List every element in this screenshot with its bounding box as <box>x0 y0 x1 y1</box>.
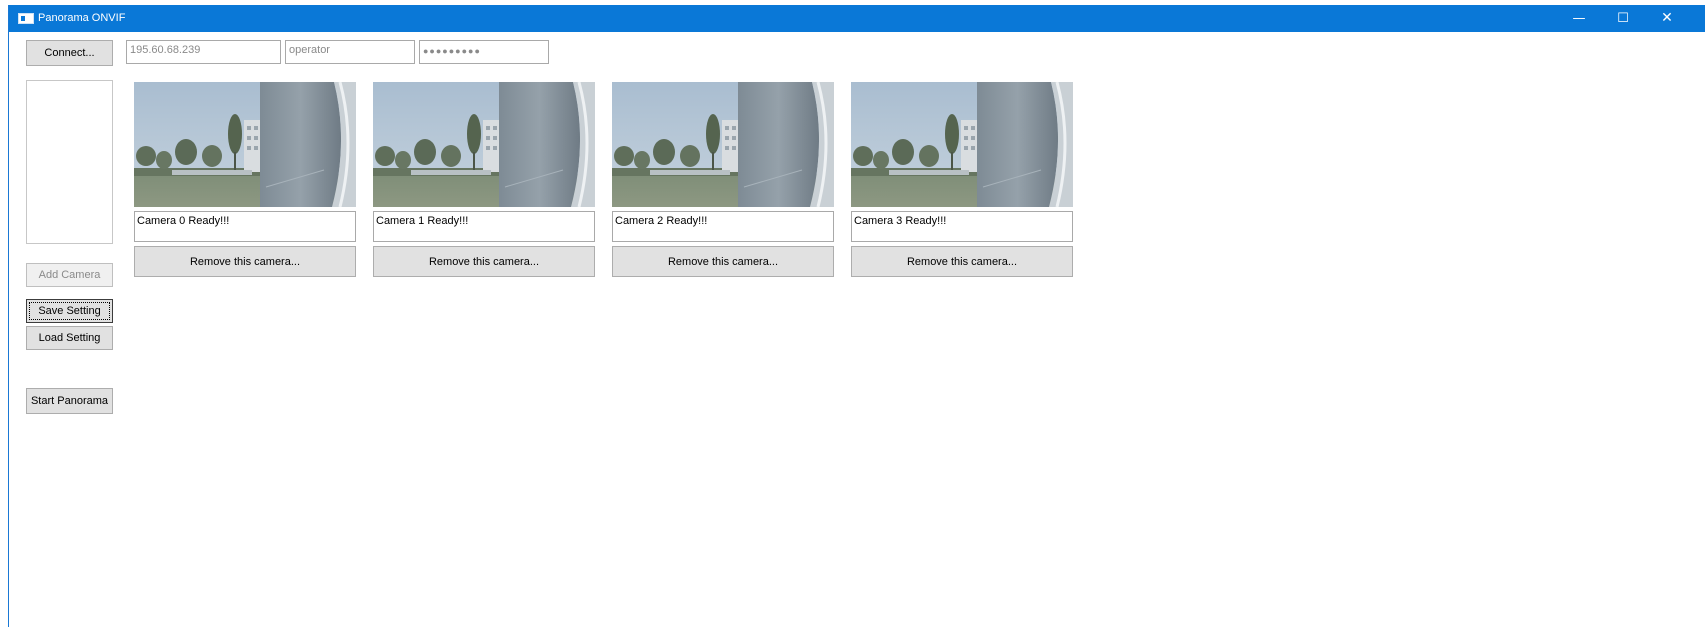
remove-camera-button[interactable]: Remove this camera... <box>134 246 356 277</box>
username-field[interactable]: operator <box>285 40 415 64</box>
camera-preview-image <box>373 82 595 207</box>
camera-status-text: Camera 0 Ready!!! <box>134 211 356 242</box>
camera-listbox[interactable] <box>26 80 113 244</box>
start-panorama-button[interactable]: Start Panorama <box>26 388 113 414</box>
camera-preview-image <box>851 82 1073 207</box>
save-setting-button[interactable]: Save Setting <box>26 299 113 323</box>
camera-status-text: Camera 2 Ready!!! <box>612 211 834 242</box>
connect-button[interactable]: Connect... <box>26 40 113 66</box>
remove-camera-button[interactable]: Remove this camera... <box>851 246 1073 277</box>
remove-camera-button[interactable]: Remove this camera... <box>612 246 834 277</box>
maximize-button[interactable]: ☐ <box>1601 5 1645 32</box>
host-field[interactable]: 195.60.68.239 <box>126 40 281 64</box>
camera-preview-image <box>134 82 356 207</box>
load-setting-button[interactable]: Load Setting <box>26 326 113 350</box>
app-icon <box>18 13 34 24</box>
title-bar: Panorama ONVIF — ☐ ✕ <box>9 5 1705 32</box>
password-field[interactable]: ●●●●●●●●● <box>419 40 549 64</box>
camera-preview-image <box>612 82 834 207</box>
add-camera-button[interactable]: Add Camera <box>26 263 113 287</box>
remove-camera-button[interactable]: Remove this camera... <box>373 246 595 277</box>
app-window: Panorama ONVIF — ☐ ✕ Connect... 195.60.6… <box>8 5 1705 627</box>
minimize-button[interactable]: — <box>1557 5 1601 32</box>
camera-status-text: Camera 3 Ready!!! <box>851 211 1073 242</box>
close-button[interactable]: ✕ <box>1645 5 1689 32</box>
window-title: Panorama ONVIF <box>38 12 126 24</box>
camera-status-text: Camera 1 Ready!!! <box>373 211 595 242</box>
